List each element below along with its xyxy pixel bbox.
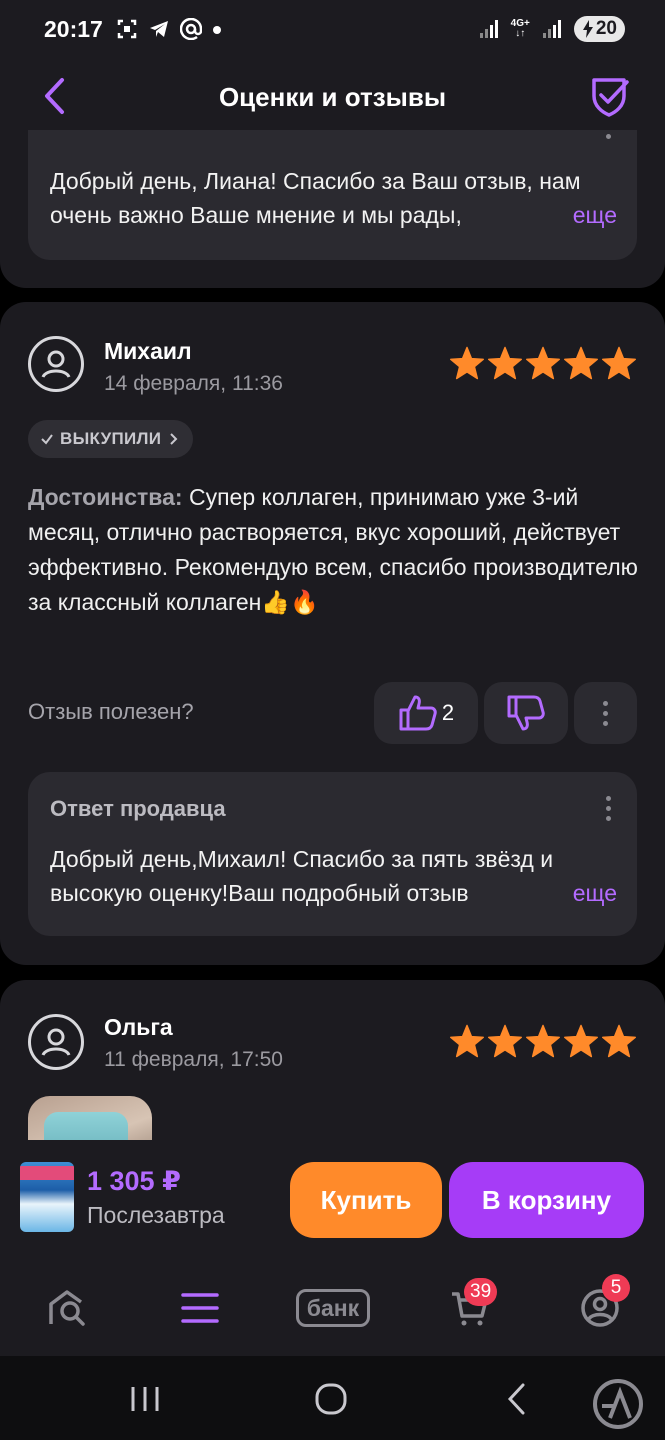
badge-label: ВЫКУПИЛИ <box>60 429 162 448</box>
star-icon <box>526 1024 560 1058</box>
dislike-button[interactable] <box>484 682 568 744</box>
user-icon <box>41 350 71 378</box>
star-icon <box>449 346 484 380</box>
seller-reply-previous: Добрый день, Лиана! Спасибо за Ваш отзыв… <box>28 130 637 260</box>
star-icon <box>602 1024 636 1058</box>
star-icon <box>487 346 522 380</box>
profile-badge: 5 <box>602 1274 630 1302</box>
menu-icon <box>181 1293 219 1323</box>
home-button[interactable] <box>314 1382 348 1416</box>
star-icon <box>526 346 560 380</box>
read-more-link[interactable]: еще <box>542 876 617 910</box>
bottom-tab-bar: банк 39 5 <box>0 1262 665 1356</box>
read-more-link[interactable]: еще <box>542 198 617 232</box>
network-type: 4G+ ↓↑ <box>510 18 530 39</box>
star-icon <box>449 1024 484 1058</box>
back-nav-button[interactable] <box>504 1382 530 1416</box>
seller-reply: Ответ продавца Добрый день,Михаил! Спаси… <box>28 772 637 936</box>
review-card: Михаил 14 февраля, 11:36 ВЫКУПИЛИ Достои… <box>0 302 665 965</box>
more-vertical-icon <box>601 700 611 726</box>
star-icon <box>564 1024 598 1058</box>
like-count: 2 <box>441 700 455 725</box>
tab-catalog[interactable] <box>176 1286 224 1330</box>
tab-bank[interactable]: банк <box>289 1286 377 1330</box>
recent-apps-icon <box>131 1387 159 1411</box>
review-card-previous: Добрый день, Лиана! Спасибо за Ваш отзыв… <box>0 130 665 288</box>
avatar <box>28 1014 84 1070</box>
screenshot-icon <box>117 19 137 39</box>
reviewer-name: Михаил <box>104 338 192 364</box>
chevron-right-icon <box>170 433 178 445</box>
review-date: 11 февраля, 17:50 <box>104 1048 283 1071</box>
more-vertical-icon[interactable] <box>603 796 613 821</box>
check-icon <box>41 434 53 445</box>
rating-stars <box>449 1024 637 1058</box>
seller-reply-text: Добрый день,Михаил! Спасибо за пять звёз… <box>50 846 554 906</box>
thumbs-down-icon <box>507 695 545 731</box>
telegram-icon <box>150 21 168 37</box>
purchased-badge[interactable]: ВЫКУПИЛИ <box>28 420 194 458</box>
rating-stars <box>449 346 637 380</box>
review-text: Достоинства: Супер коллаген, принимаю уж… <box>28 480 638 620</box>
product-label <box>20 1166 74 1180</box>
review-card: Ольга 11 февраля, 17:50 <box>0 980 665 1160</box>
charging-icon <box>582 20 593 38</box>
star-icon <box>564 346 598 380</box>
status-notifications <box>116 18 222 40</box>
app-header: Оценки и отзывы <box>0 60 665 140</box>
recent-apps-button[interactable] <box>128 1384 162 1414</box>
home-search-icon <box>49 1290 85 1326</box>
tab-cart[interactable]: 39 <box>446 1278 498 1330</box>
tab-profile[interactable]: 5 <box>576 1274 630 1330</box>
at-sign-icon <box>180 18 202 40</box>
like-button[interactable]: 2 <box>374 682 478 744</box>
verified-reviews-button[interactable] <box>589 74 629 118</box>
seller-reply-text: Добрый день, Лиана! Спасибо за Ваш отзыв… <box>50 168 581 228</box>
delivery-date: Послезавтра <box>87 1202 225 1228</box>
buy-button[interactable]: Купить <box>290 1162 442 1238</box>
user-icon <box>41 1028 71 1056</box>
shield-check-icon <box>592 78 629 117</box>
tab-home[interactable] <box>44 1286 92 1330</box>
status-time: 20:17 <box>44 16 103 42</box>
more-options-icon[interactable] <box>603 134 613 139</box>
assistant-logo-icon <box>593 1379 643 1429</box>
star-icon <box>487 1024 522 1058</box>
product-thumbnail <box>20 1162 74 1232</box>
review-more-options-button[interactable] <box>574 682 637 744</box>
review-date: 14 февраля, 11:36 <box>104 372 283 395</box>
bank-icon: банк <box>295 1289 371 1327</box>
system-navigation-bar <box>0 1356 665 1440</box>
purchase-bar: 1 305 ₽ Послезавтра Купить В корзину <box>0 1140 665 1262</box>
status-system: 4G+ ↓↑ 20 <box>479 16 625 42</box>
battery-indicator: 20 <box>573 16 625 42</box>
page-title: Оценки и отзывы <box>218 82 447 112</box>
star-icon <box>602 346 636 380</box>
reviewer-name: Ольга <box>104 1014 173 1040</box>
dot-icon <box>213 26 221 34</box>
seller-reply-title: Ответ продавца <box>50 796 226 821</box>
product-price: 1 305 ₽ <box>87 1166 181 1196</box>
home-circle-icon <box>315 1383 347 1415</box>
avatar <box>28 336 84 392</box>
helpful-label: Отзыв полезен? <box>28 699 194 724</box>
assistant-button[interactable] <box>590 1376 646 1432</box>
thumbs-up-icon <box>399 695 437 731</box>
add-to-cart-button[interactable]: В корзину <box>449 1162 644 1238</box>
cart-badge: 39 <box>464 1278 498 1306</box>
back-arrow-icon <box>507 1383 525 1415</box>
signal-icon-2 <box>542 20 561 38</box>
signal-icon <box>479 20 498 38</box>
pros-label: Достоинства: <box>28 484 183 510</box>
status-bar: 20:17 4G+ ↓↑ 20 <box>0 0 665 60</box>
